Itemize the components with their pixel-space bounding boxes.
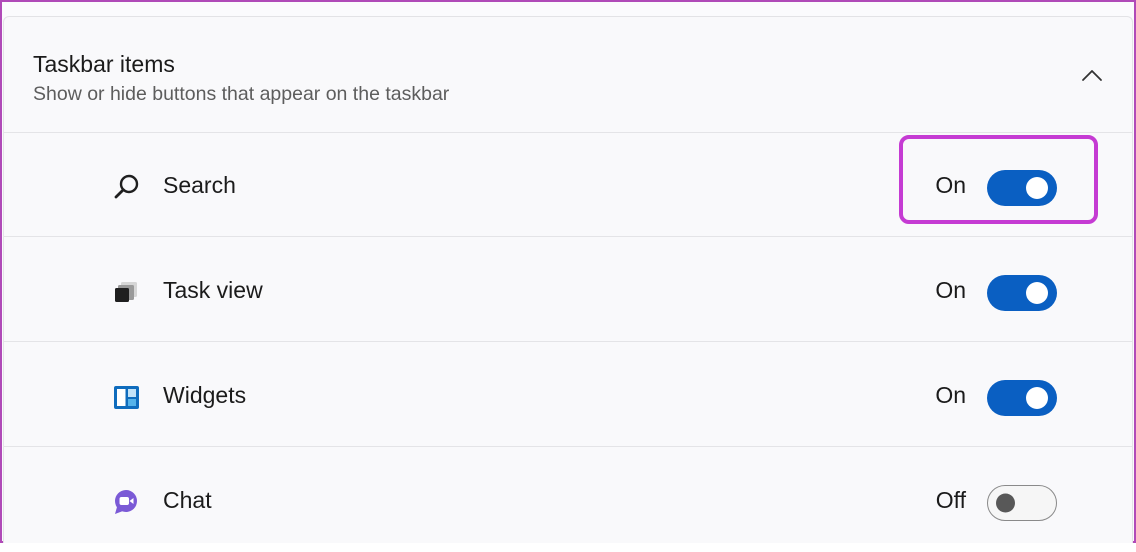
toggle-knob — [1026, 387, 1048, 409]
list-item-widgets: Widgets On — [4, 343, 1132, 447]
toggle-state-label: On — [935, 277, 966, 303]
toggle-knob — [1026, 282, 1048, 304]
chat-toggle[interactable] — [987, 485, 1057, 521]
widgets-toggle[interactable] — [987, 380, 1057, 416]
section-subtitle: Show or hide buttons that appear on the … — [33, 83, 450, 105]
search-icon — [114, 174, 139, 199]
task-view-toggle[interactable] — [987, 275, 1057, 311]
taskbar-items-header[interactable]: Taskbar items Show or hide buttons that … — [4, 17, 1132, 133]
taskbar-items-panel: Taskbar items Show or hide buttons that … — [3, 16, 1133, 543]
section-title: Taskbar items — [33, 51, 175, 77]
search-toggle-highlight — [899, 135, 1098, 224]
toggle-knob — [996, 493, 1015, 513]
task-view-icon — [115, 282, 137, 302]
chevron-up-icon[interactable] — [1080, 67, 1104, 83]
list-item-chat: Chat Off — [4, 448, 1132, 552]
toggle-state-label: Off — [935, 487, 966, 513]
item-label: Chat — [163, 487, 212, 513]
screenshot-frame: Taskbar items Show or hide buttons that … — [0, 0, 1136, 543]
item-label: Task view — [163, 277, 263, 303]
widgets-icon — [114, 386, 139, 409]
chat-icon — [115, 490, 137, 514]
list-item-task-view: Task view On — [4, 238, 1132, 342]
item-label: Widgets — [163, 382, 247, 408]
item-label: Search — [163, 172, 236, 198]
toggle-state-label: On — [935, 382, 966, 408]
